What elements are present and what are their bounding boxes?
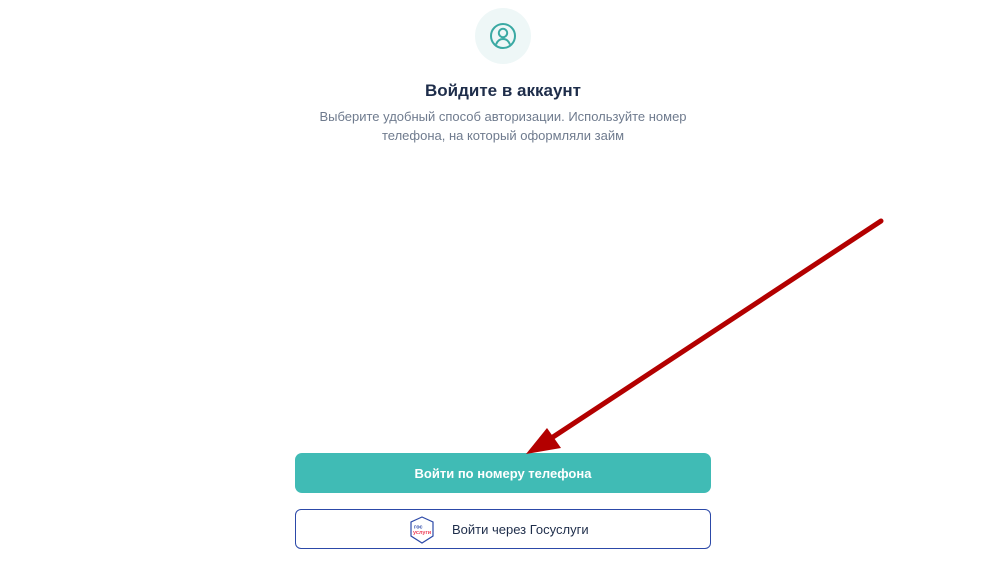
gosuslugi-login-label: Войти через Госуслуги xyxy=(452,522,589,537)
gosuslugi-logo-text-bottom: услуги xyxy=(413,530,431,536)
login-page: Войдите в аккаунт Выберите удобный спосо… xyxy=(0,0,1000,568)
phone-login-button[interactable]: Войти по номеру телефона xyxy=(295,453,711,493)
page-title: Войдите в аккаунт xyxy=(424,81,581,100)
avatar xyxy=(475,8,531,64)
user-icon xyxy=(490,23,516,49)
page-subtitle: Выберите удобный способ авторизации. Исп… xyxy=(319,109,687,143)
gosuslugi-logo-icon: гос услуги xyxy=(410,516,434,544)
gosuslugi-login-button[interactable]: гос услуги Войти через Госуслуги xyxy=(295,509,711,549)
